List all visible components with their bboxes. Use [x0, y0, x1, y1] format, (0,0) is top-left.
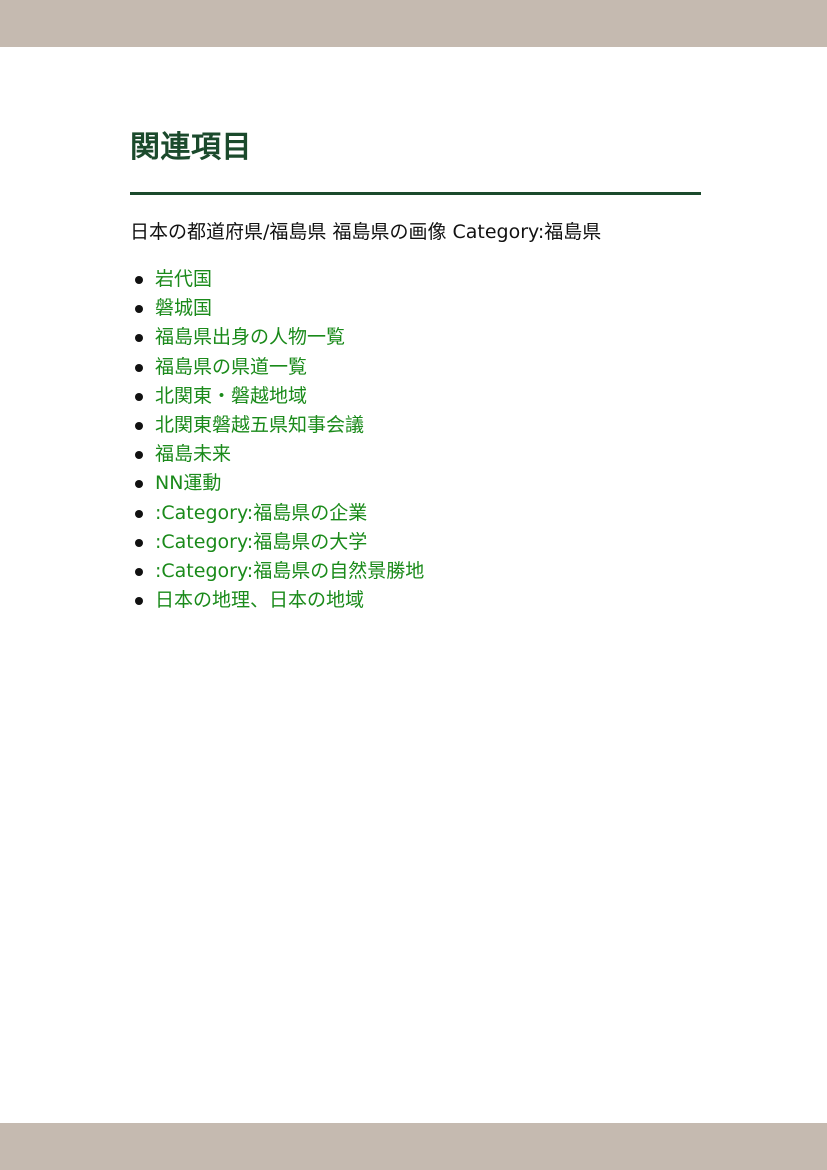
list-item: 日本の地理、日本の地域 — [130, 586, 701, 615]
top-band — [0, 0, 827, 47]
page: 関連項目 日本の都道府県/福島県 福島県の画像 Category:福島県 岩代国… — [0, 0, 827, 1170]
related-link[interactable]: NN運動 — [155, 472, 221, 494]
see-also-text: 日本の都道府県/福島県 福島県の画像 Category:福島県 — [130, 221, 602, 243]
related-link[interactable]: 福島未来 — [155, 443, 231, 465]
bullet-icon — [135, 480, 143, 489]
related-link[interactable]: 日本の地理、日本の地域 — [155, 589, 364, 611]
content-area: 関連項目 日本の都道府県/福島県 福島県の画像 Category:福島県 岩代国… — [130, 128, 701, 615]
list-item: 磐城国 — [130, 294, 701, 323]
bullet-icon — [135, 597, 143, 606]
list-item: 岩代国 — [130, 265, 701, 294]
list-item: 福島県出身の人物一覧 — [130, 323, 701, 352]
list-item: 北関東磐越五県知事会議 — [130, 411, 701, 440]
related-link[interactable]: 福島県の県道一覧 — [155, 356, 307, 378]
related-link[interactable]: :Category:福島県の大学 — [155, 531, 367, 553]
related-link[interactable]: 福島県出身の人物一覧 — [155, 326, 345, 348]
heading-rule — [130, 192, 701, 195]
list-item: :Category:福島県の大学 — [130, 528, 701, 557]
list-item: 福島未来 — [130, 440, 701, 469]
list-item: 北関東・磐越地域 — [130, 382, 701, 411]
bullet-icon — [135, 538, 143, 547]
related-link[interactable]: :Category:福島県の企業 — [155, 502, 367, 524]
section-heading: 関連項目 — [130, 130, 252, 165]
related-link[interactable]: :Category:福島県の自然景勝地 — [155, 560, 424, 582]
bullet-icon — [135, 276, 143, 284]
related-link[interactable]: 磐城国 — [155, 297, 212, 319]
related-link[interactable]: 岩代国 — [155, 268, 212, 290]
bullet-icon — [135, 509, 143, 518]
bullet-icon — [135, 363, 143, 372]
related-link[interactable]: 北関東磐越五県知事会議 — [155, 414, 364, 436]
related-links-list: 岩代国 磐城国 福島県出身の人物一覧 福島県の県道一覧 北関東・磐越地域 北関東… — [130, 265, 701, 615]
list-item: :Category:福島県の企業 — [130, 499, 701, 528]
bullet-icon — [135, 305, 143, 314]
bullet-icon — [135, 392, 143, 401]
bullet-icon — [135, 567, 143, 576]
bullet-icon — [135, 334, 143, 343]
list-item: :Category:福島県の自然景勝地 — [130, 557, 701, 586]
related-link[interactable]: 北関東・磐越地域 — [155, 385, 307, 407]
bottom-band — [0, 1123, 827, 1170]
list-item: NN運動 — [130, 469, 701, 498]
list-item: 福島県の県道一覧 — [130, 353, 701, 382]
bullet-icon — [135, 451, 143, 460]
bullet-icon — [135, 421, 143, 430]
